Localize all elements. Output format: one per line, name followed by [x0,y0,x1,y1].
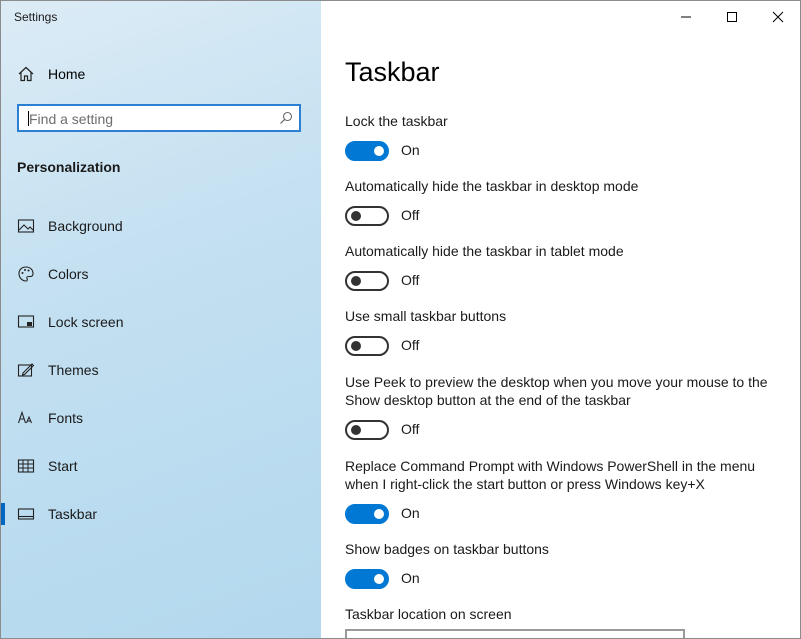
sidebar-item-label: Home [48,66,86,82]
toggle-knob [374,574,384,584]
toggle-knob [351,276,361,286]
sidebar-item-label: Colors [48,266,89,282]
setting-badges: Show badges on taskbar buttons On [345,540,785,591]
sidebar-item-colors[interactable]: Colors [1,257,321,291]
toggle-knob [351,425,361,435]
setting-description: Automatically hide the taskbar in deskto… [345,178,639,194]
toggle-switch[interactable] [345,271,389,291]
toggle-state: On [401,505,420,521]
setting-location: Taskbar location on screen [345,605,785,623]
toggle-knob [351,341,361,351]
sidebar-item-label: Taskbar [48,506,98,522]
setting-description-line1: Replace Command Prompt with Windows Powe… [345,458,756,474]
sidebar-item-home[interactable]: Home [1,59,321,89]
sidebar-item-label: Lock screen [48,314,124,330]
setting-description-line2: Show desktop button at the end of the ta… [345,392,631,408]
setting-description-line1: Use Peek to preview the desktop when you… [345,374,768,390]
setting-description: Show badges on taskbar buttons [345,541,549,557]
setting-powershell: Replace Command Prompt with Windows Powe… [345,457,785,526]
setting-peek: Use Peek to preview the desktop when you… [345,373,785,442]
setting-autohide-desktop: Automatically hide the taskbar in deskto… [345,177,785,228]
search-placeholder: Find a setting [29,111,114,127]
toggle-state: Off [401,272,420,288]
section-title: Personalization [17,159,121,175]
start-icon [17,457,35,475]
themes-icon [17,361,35,379]
sidebar-item-lock-screen[interactable]: Lock screen [1,305,321,339]
main-content: Taskbar Lock the taskbar On Automaticall… [345,1,795,638]
sidebar-item-label: Themes [48,362,99,378]
setting-description: Lock the taskbar [345,113,448,129]
sidebar: Settings Home Find a setting Personaliza… [1,1,321,638]
sidebar-item-themes[interactable]: Themes [1,353,321,387]
search-icon[interactable] [279,111,293,125]
setting-autohide-tablet: Automatically hide the taskbar in tablet… [345,242,785,293]
toggle-state: Off [401,207,420,223]
toggle-knob [351,211,361,221]
toggle-switch[interactable] [345,504,389,524]
sidebar-item-label: Background [48,218,123,234]
toggle-switch[interactable] [345,206,389,226]
sidebar-item-start[interactable]: Start [1,449,321,483]
toggle-state: On [401,142,420,158]
setting-lock-taskbar: Lock the taskbar On [345,112,785,163]
taskbar-icon [17,505,35,523]
sidebar-item-fonts[interactable]: Fonts [1,401,321,435]
taskbar-location-dropdown[interactable] [345,629,685,638]
setting-description: Use small taskbar buttons [345,308,507,324]
sidebar-item-label: Start [48,458,78,474]
toggle-state: Off [401,337,420,353]
app-title: Settings [14,10,58,24]
page-title: Taskbar [345,57,440,87]
setting-description-line2: when I right-click the start button or p… [345,476,705,492]
picture-icon [17,217,35,235]
setting-description: Automatically hide the taskbar in tablet… [345,243,624,259]
palette-icon [17,265,35,283]
fonts-icon [17,409,35,427]
toggle-switch[interactable] [345,336,389,356]
settings-window: Settings Home Find a setting Personaliza… [0,0,801,639]
setting-small-buttons: Use small taskbar buttons Off [345,307,785,358]
lock-screen-icon [17,313,35,331]
sidebar-item-background[interactable]: Background [1,209,321,243]
toggle-state: On [401,570,420,586]
home-icon [17,65,35,83]
toggle-switch[interactable] [345,141,389,161]
toggle-knob [374,146,384,156]
toggle-switch[interactable] [345,420,389,440]
toggle-knob [374,509,384,519]
search-input[interactable]: Find a setting [17,104,301,132]
active-indicator [1,503,5,525]
toggle-switch[interactable] [345,569,389,589]
sidebar-item-label: Fonts [48,410,84,426]
sidebar-item-taskbar[interactable]: Taskbar [1,497,321,531]
toggle-state: Off [401,421,420,437]
setting-description: Taskbar location on screen [345,606,512,622]
